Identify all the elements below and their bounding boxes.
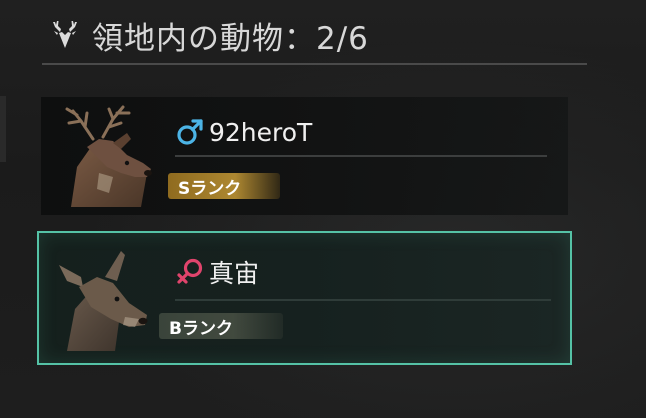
- female-symbol-icon: [177, 258, 203, 284]
- name-divider: [175, 155, 547, 157]
- animal-name: 真宙: [209, 259, 260, 288]
- doe-portrait: [59, 251, 148, 351]
- stag-portrait: [65, 105, 152, 207]
- edge-marker: [0, 96, 6, 162]
- name-divider: [175, 299, 551, 301]
- deer-head-icon: [53, 21, 77, 48]
- animal-name-row: 真宙: [175, 255, 259, 289]
- rank-badge: Bランク: [159, 313, 283, 339]
- header-divider: [42, 63, 587, 65]
- animal-name: 92heroT: [209, 117, 313, 147]
- page-title: 領地内の動物：2/6: [92, 20, 369, 57]
- male-symbol-icon: [177, 119, 203, 145]
- territory-header: 領地内の動物：2/6: [42, 6, 582, 64]
- animal-name-row: 92heroT: [175, 115, 312, 149]
- animal-card-male[interactable]: 92heroT Sランク: [41, 97, 568, 215]
- animal-card-female[interactable]: 真宙 Bランク: [37, 231, 572, 365]
- rank-badge: Sランク: [168, 173, 280, 199]
